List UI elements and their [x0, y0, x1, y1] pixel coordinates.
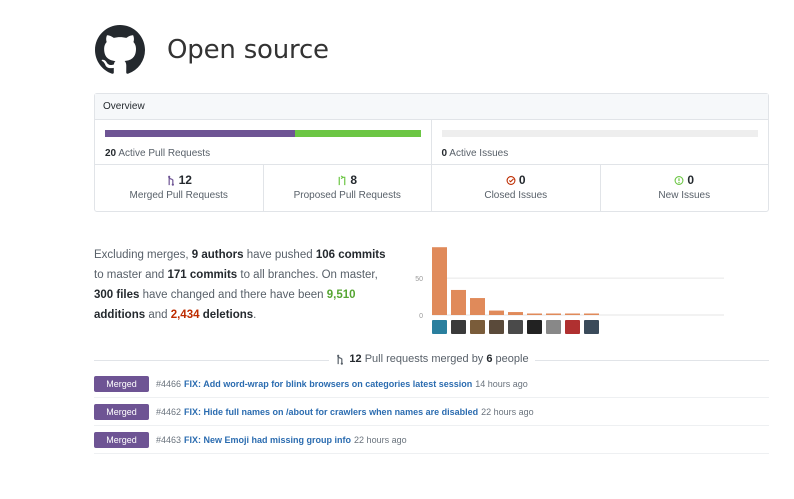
- stat-label: Closed Issues: [484, 190, 548, 201]
- pull-request-list: Merged #4466 FIX: Add word-wrap for blin…: [94, 370, 769, 454]
- avatar: [451, 320, 466, 334]
- pull-requests-summary[interactable]: 20 Active Pull Requests: [95, 120, 432, 164]
- active-pull-requests-count: 20: [105, 148, 117, 159]
- chart-bar: [508, 312, 523, 315]
- git-merge-icon: [337, 354, 344, 365]
- active-issues-count: 0: [441, 148, 448, 159]
- merged-badge: Merged: [94, 375, 149, 392]
- active-issues-label: 0 Active Issues: [441, 148, 509, 159]
- all-commits-count: 171 commits: [167, 269, 238, 281]
- issues-bar: [441, 130, 758, 137]
- avatar: [527, 320, 542, 334]
- avatar: [546, 320, 561, 334]
- issue-closed-icon: [506, 175, 516, 185]
- github-octocat-icon: [95, 25, 145, 74]
- new-issues-count: 0: [687, 173, 695, 187]
- pr-title-link[interactable]: FIX: New Emoji had missing group info: [184, 435, 351, 445]
- chart-bar: [546, 313, 561, 315]
- chart-bar: [451, 289, 466, 315]
- list-item: Merged #4463 FIX: New Emoji had missing …: [94, 426, 769, 454]
- overview-panel: Overview 20 Active Pull Requests 0 Activ…: [94, 93, 769, 212]
- files-changed-count: 300 files: [94, 289, 140, 301]
- git-merge-icon: [167, 175, 174, 186]
- pull-requests-heading: 12 Pull requests merged by 6 people: [0, 353, 794, 368]
- stat-new-issues[interactable]: 0 New Issues: [601, 165, 769, 211]
- issues-summary[interactable]: 0 Active Issues: [432, 120, 769, 164]
- chart-bar: [527, 313, 542, 315]
- pr-number: #4463: [156, 434, 182, 445]
- closed-issues-count: 0: [518, 173, 526, 187]
- y-tick-label: 50: [415, 276, 423, 283]
- commit-summary: Excluding merges, 9 authors have pushed …: [94, 249, 386, 321]
- list-item: Merged #4462 FIX: Hide full names on /ab…: [94, 398, 769, 426]
- pr-number: #4462: [156, 406, 182, 417]
- deletions-count: 2,434: [170, 309, 200, 321]
- overview-heading: Overview: [95, 94, 768, 120]
- pr-timestamp: 22 hours ago: [481, 406, 534, 417]
- proposed-pr-bar-segment: [294, 130, 421, 137]
- merged-pr-bar-segment: [105, 130, 295, 137]
- merged-badge: Merged: [94, 431, 149, 448]
- chart-bar: [489, 310, 504, 315]
- master-commits-count: 106 commits: [315, 249, 386, 261]
- avatar: [584, 320, 599, 334]
- authors-count: 9 authors: [191, 249, 244, 261]
- pr-title-link[interactable]: FIX: Hide full names on /about for crawl…: [184, 407, 478, 417]
- stat-label: New Issues: [658, 190, 711, 201]
- stat-proposed-pull-requests[interactable]: 8 Proposed Pull Requests: [264, 165, 432, 211]
- additions-count: 9,510: [326, 289, 356, 301]
- pull-requests-bar: [105, 130, 421, 137]
- avatar: [565, 320, 580, 334]
- issue-opened-icon: [674, 175, 684, 185]
- merged-count: 12: [178, 173, 192, 187]
- merged-pr-total: 12: [349, 353, 362, 365]
- chart-bar: [470, 298, 485, 315]
- stat-label: Proposed Pull Requests: [293, 190, 401, 201]
- y-tick-label: 0: [419, 313, 423, 320]
- chart-bar: [584, 313, 599, 315]
- page-header: Open source: [95, 25, 329, 75]
- avatar: [489, 320, 504, 334]
- stat-label: Merged Pull Requests: [129, 190, 228, 201]
- active-pull-requests-label: 20 Active Pull Requests: [105, 148, 211, 159]
- pr-timestamp: 14 hours ago: [475, 378, 528, 389]
- stat-closed-issues[interactable]: 0 Closed Issues: [432, 165, 601, 211]
- pr-number: #4466: [156, 378, 182, 389]
- avatar: [470, 320, 485, 334]
- page-title: Open source: [167, 35, 329, 65]
- pr-title-link[interactable]: FIX: Add word-wrap for blink browsers on…: [184, 379, 472, 389]
- merged-badge: Merged: [94, 403, 149, 420]
- pr-timestamp: 22 hours ago: [354, 434, 407, 445]
- avatar: [508, 320, 523, 334]
- git-pull-request-icon: [339, 174, 346, 185]
- contributors-chart: 50 0: [415, 247, 724, 334]
- list-item: Merged #4466 FIX: Add word-wrap for blin…: [94, 370, 769, 398]
- proposed-count: 8: [350, 173, 358, 187]
- stat-merged-pull-requests[interactable]: 12 Merged Pull Requests: [95, 165, 264, 211]
- avatar: [432, 320, 447, 334]
- chart-bar: [565, 313, 580, 315]
- chart-bar: [432, 247, 447, 315]
